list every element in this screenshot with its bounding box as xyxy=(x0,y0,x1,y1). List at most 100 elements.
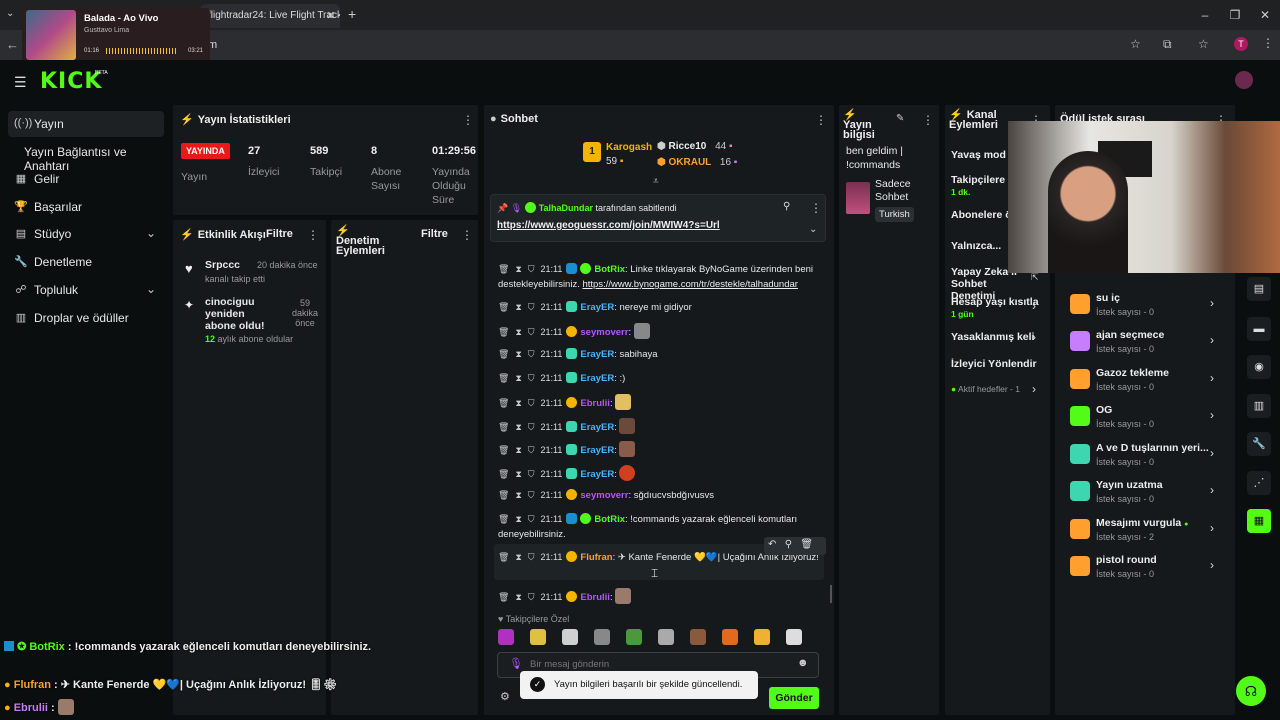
msg-user[interactable]: ErayER xyxy=(580,422,614,433)
emote[interactable] xyxy=(786,629,802,645)
nav-studyo[interactable]: ▤ Stüdyo ⌄ xyxy=(8,221,164,247)
reward-item[interactable]: Gazoz tekleme İstek sayısı - 0 › xyxy=(1068,365,1228,401)
edit-icon[interactable]: ✎ xyxy=(896,113,904,124)
broadcast-icon[interactable]: ◉ xyxy=(1247,355,1271,379)
progress-waveform[interactable] xyxy=(106,48,176,54)
ban-icon[interactable]: ⛉ xyxy=(528,490,535,500)
ban-icon[interactable]: ⛉ xyxy=(528,327,535,337)
chat-message[interactable]: 🗑 ⧗ ⛉ 21:11 Ebrulii: xyxy=(498,394,823,411)
nav-gelir[interactable]: ▦ Gelir xyxy=(8,166,164,192)
nav-yayin[interactable]: ((·)) Yayın xyxy=(8,111,164,137)
clapper-icon[interactable]: ▦ xyxy=(1247,509,1271,533)
pin-message-icon[interactable]: ⚲ xyxy=(785,539,792,550)
msg-user[interactable]: BotRix xyxy=(594,514,625,525)
timeout-icon[interactable]: ⧗ xyxy=(515,398,521,408)
emoji-picker-icon[interactable]: ☻ xyxy=(797,657,809,669)
ban-icon[interactable]: ⛉ xyxy=(528,445,535,455)
delete-message-icon[interactable]: 🗑 xyxy=(800,539,813,550)
timeout-icon[interactable]: ⧗ xyxy=(515,490,521,500)
timeout-icon[interactable]: ⧗ xyxy=(515,514,521,524)
timeout-icon[interactable]: ⧗ xyxy=(515,592,521,602)
nav-denetleme[interactable]: 🔧 Denetleme xyxy=(8,249,164,275)
minimize-icon[interactable]: – xyxy=(1196,6,1214,24)
mic-icon[interactable]: 🎙 xyxy=(509,657,523,670)
timeout-icon[interactable]: ⧗ xyxy=(515,302,521,312)
category-name[interactable]: Sadece Sohbet xyxy=(875,178,925,204)
ban-icon[interactable]: ⛉ xyxy=(528,552,535,562)
stream-info-menu-icon[interactable]: ⋮ xyxy=(922,113,934,127)
kick-logo[interactable]: KICK xyxy=(40,69,102,94)
timeout-icon[interactable]: ⧗ xyxy=(515,327,521,337)
chat-message[interactable]: 🗑 ⧗ ⛉ 21:11 Ebrulii: xyxy=(498,588,823,605)
clipboard-icon[interactable]: ▤ xyxy=(1247,277,1271,301)
activity-filter-button[interactable]: Filtre xyxy=(266,228,293,240)
reward-item[interactable]: Mesajımı vurgula ● İstek sayısı - 2 › xyxy=(1068,515,1228,551)
ban-icon[interactable]: ⛉ xyxy=(528,469,535,479)
msg-user[interactable]: ErayER xyxy=(580,349,614,360)
emote[interactable] xyxy=(658,629,674,645)
help-icon[interactable]: ☊ xyxy=(1236,676,1266,706)
delete-icon[interactable]: 🗑 xyxy=(498,490,509,500)
chevron-right-icon[interactable]: › xyxy=(1032,299,1036,313)
action-account-age[interactable]: Hesap yaşı kısıtla 1 gün xyxy=(951,296,1039,320)
emote[interactable] xyxy=(498,629,514,645)
ban-icon[interactable]: ⛉ xyxy=(528,398,535,408)
chat-message[interactable]: 🗑 ⧗ ⛉ 21:11 ErayER: :) xyxy=(498,371,823,386)
action-followers-only[interactable]: Takipçilere ö1 dk. xyxy=(951,174,1014,198)
timeout-icon[interactable]: ⧗ xyxy=(515,373,521,383)
action-raid[interactable]: İzleyici Yönlendir xyxy=(951,358,1037,370)
restore-icon[interactable]: ❐ xyxy=(1226,6,1244,24)
chat-message[interactable]: 🗑 ⧗ ⛉ 21:11 ErayER: xyxy=(498,465,823,482)
chat-message[interactable]: 🗑 ⧗ ⛉ 21:11 ErayER: xyxy=(498,418,823,435)
chat-message[interactable]: 🗑 ⧗ ⛉ 21:11 seymoverr: sğdıucvsbdğıvusvs xyxy=(498,488,823,503)
close-tab-icon[interactable]: ✕ xyxy=(326,9,335,22)
emote[interactable] xyxy=(594,629,610,645)
msg-user[interactable]: Flufran xyxy=(580,552,612,563)
media-player[interactable]: Balada - Ao Vivo Gusttavo Lima 01:16 03:… xyxy=(22,8,210,68)
msg-link[interactable]: https://www.bynogame.com/tr/destekle/tal… xyxy=(582,279,797,290)
delete-icon[interactable]: 🗑 xyxy=(498,349,509,359)
ban-icon[interactable]: ⛉ xyxy=(528,592,535,602)
extensions-icon[interactable]: ⧉ xyxy=(1163,37,1172,52)
nav-basarilar[interactable]: 🏆 Başarılar xyxy=(8,194,164,220)
stats-menu-icon[interactable]: ⋮ xyxy=(462,113,474,127)
bookmark-star-icon[interactable]: ☆ xyxy=(1130,37,1141,51)
active-goals[interactable]: ● Aktif hedefler - 1 xyxy=(951,384,1020,394)
emote[interactable] xyxy=(722,629,738,645)
reward-item[interactable]: Yayın uzatma İstek sayısı - 0 › xyxy=(1068,477,1228,513)
timeout-icon[interactable]: ⧗ xyxy=(515,445,521,455)
reward-item[interactable]: A ve D tuşlarının yeri... İstek sayısı - … xyxy=(1068,440,1228,476)
msg-user[interactable]: ErayER xyxy=(580,373,614,384)
chat-message[interactable]: 🗑 ⧗ ⛉ 21:11 ErayER: xyxy=(498,441,823,458)
gifter-3[interactable]: ⬢ OKRAUL 16 ▪ xyxy=(657,157,737,168)
ban-icon[interactable]: ⛉ xyxy=(528,422,535,432)
timeout-icon[interactable]: ⧗ xyxy=(515,552,521,562)
timeout-icon[interactable]: ⧗ xyxy=(515,422,521,432)
ban-icon[interactable]: ⛉ xyxy=(528,349,535,359)
msg-user[interactable]: seymoverr xyxy=(580,490,628,501)
action-banned-words[interactable]: Yasaklanmış keli xyxy=(951,331,1034,343)
activity-menu-icon[interactable]: ⋮ xyxy=(307,228,319,242)
delete-icon[interactable]: 🗑 xyxy=(498,552,509,562)
delete-icon[interactable]: 🗑 xyxy=(498,422,509,432)
chat-message[interactable]: 🗑 ⧗ ⛉ 21:11 ErayER: sabihaya xyxy=(498,347,823,362)
msg-user[interactable]: ErayER xyxy=(580,445,614,456)
chat-message[interactable]: 🗑 ⧗ ⛉ 21:11 ErayER: nereye mi gidiyor xyxy=(498,300,823,315)
delete-icon[interactable]: 🗑 xyxy=(498,445,509,455)
user-avatar[interactable] xyxy=(1235,71,1253,89)
chat-scrollbar[interactable] xyxy=(830,585,832,603)
gifter-2[interactable]: ⬢ Ricce10 44 ▪ xyxy=(657,141,733,152)
moderation-menu-icon[interactable]: ⋮ xyxy=(461,228,473,242)
pinned-user[interactable]: TalhaDundar xyxy=(539,203,593,213)
ban-icon[interactable]: ⛉ xyxy=(528,373,535,383)
hamburger-menu-icon[interactable]: ☰ xyxy=(14,74,27,91)
action-subs-only[interactable]: Abonelere ö xyxy=(951,209,1012,221)
delete-icon[interactable]: 🗑 xyxy=(498,302,509,312)
msg-user[interactable]: seymoverr xyxy=(580,327,628,338)
popout-icon[interactable]: ⇱ xyxy=(1031,272,1039,283)
emote[interactable] xyxy=(690,629,706,645)
delete-icon[interactable]: 🗑 xyxy=(498,469,509,479)
pinned-menu-icon[interactable]: ⋮ xyxy=(810,201,822,215)
nav-droplar[interactable]: ▥ Droplar ve ödüller xyxy=(8,305,164,331)
reward-item[interactable]: OG İstek sayısı - 0 › xyxy=(1068,402,1228,438)
